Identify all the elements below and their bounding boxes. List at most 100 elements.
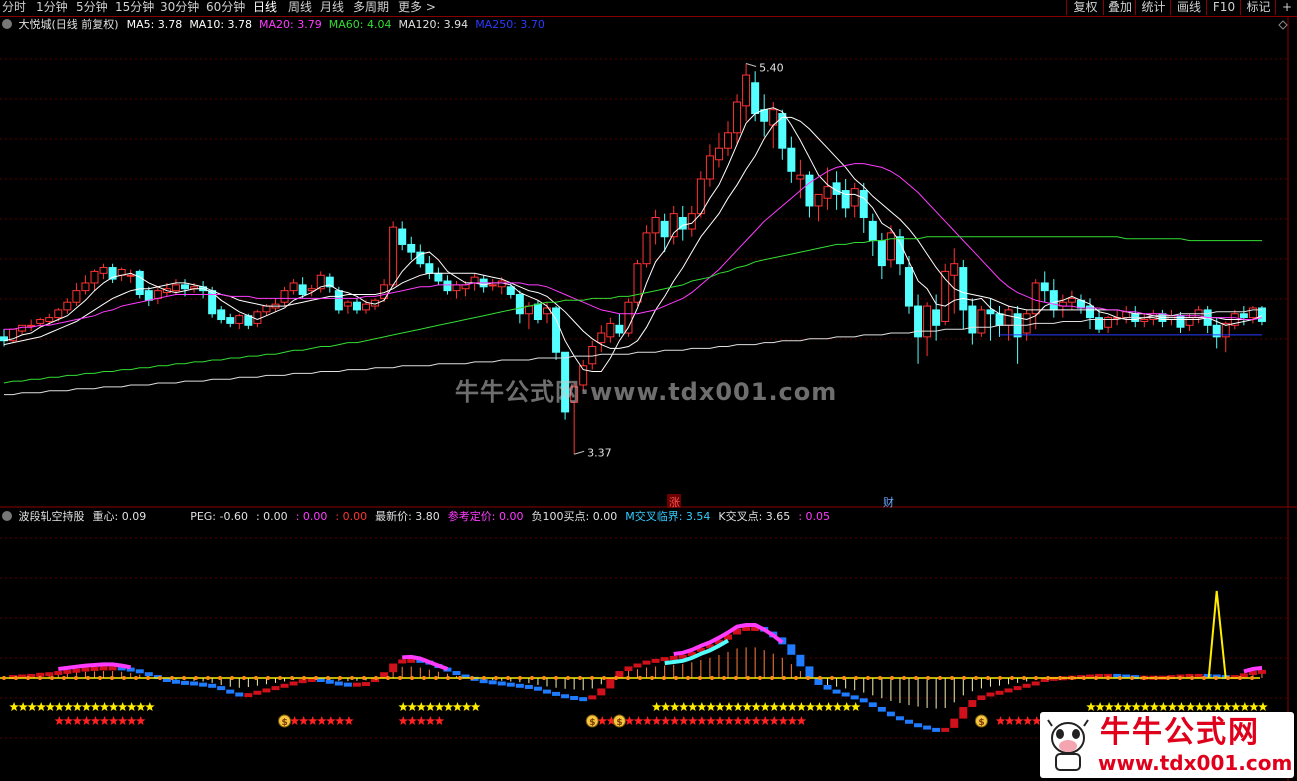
candle[interactable]: [352, 301, 361, 311]
timeframe-8[interactable]: 月线: [320, 0, 344, 15]
main-chart[interactable]: 5.40 3.37 涨 财: [0, 17, 1297, 508]
candle[interactable]: [733, 101, 742, 134]
timeframe-2[interactable]: 5分钟: [76, 0, 108, 15]
candle[interactable]: [181, 284, 189, 290]
candle[interactable]: [895, 236, 904, 265]
candle[interactable]: [217, 309, 226, 321]
candle[interactable]: [524, 305, 533, 315]
candle[interactable]: [597, 332, 606, 344]
candle[interactable]: [262, 305, 271, 313]
candle[interactable]: [968, 305, 977, 334]
candle[interactable]: [886, 232, 895, 261]
candle[interactable]: [153, 290, 162, 299]
candle[interactable]: [552, 307, 561, 353]
candle[interactable]: [362, 303, 370, 311]
candle[interactable]: [488, 284, 497, 287]
finance-marker[interactable]: 财: [883, 495, 894, 508]
candle[interactable]: [642, 232, 651, 265]
timeframe-7[interactable]: 周线: [288, 0, 312, 15]
candle[interactable]: [27, 324, 36, 327]
candle[interactable]: [1022, 313, 1031, 334]
candle[interactable]: [932, 309, 941, 326]
candle[interactable]: [796, 174, 805, 180]
candle[interactable]: [126, 274, 135, 277]
candle[interactable]: [533, 303, 542, 321]
candle[interactable]: [1140, 319, 1149, 322]
candle[interactable]: [515, 294, 524, 315]
candle[interactable]: [660, 220, 669, 238]
candle[interactable]: [461, 284, 470, 290]
candle[interactable]: [1185, 317, 1194, 326]
candle[interactable]: [624, 301, 633, 334]
timeframe-0[interactable]: 分时: [2, 0, 26, 15]
toolbar-button-6[interactable]: +: [1275, 0, 1297, 15]
candle[interactable]: [280, 290, 289, 303]
candle[interactable]: [787, 147, 796, 172]
candle[interactable]: [877, 240, 886, 267]
timeframe-10[interactable]: 更多 >: [398, 0, 436, 15]
candle[interactable]: [407, 243, 416, 253]
candle[interactable]: [615, 324, 624, 334]
candle[interactable]: [144, 290, 153, 301]
candle[interactable]: [914, 305, 923, 338]
timeframe-4[interactable]: 30分钟: [160, 0, 199, 15]
candle[interactable]: [307, 288, 316, 292]
timeframe-9[interactable]: 多周期: [353, 0, 389, 15]
candle[interactable]: [443, 280, 452, 292]
candle[interactable]: [751, 82, 760, 115]
timeframe-6[interactable]: 日线: [253, 0, 277, 15]
candle[interactable]: [63, 301, 72, 311]
candle[interactable]: [923, 305, 932, 338]
candle[interactable]: [995, 313, 1004, 326]
candle[interactable]: [99, 267, 108, 274]
candle[interactable]: [36, 319, 45, 324]
toolbar-button-0[interactable]: 复权: [1066, 0, 1104, 15]
toolbar-button-1[interactable]: 叠加: [1103, 0, 1136, 15]
candle[interactable]: [950, 263, 959, 276]
toolbar-button-3[interactable]: 画线: [1170, 0, 1207, 15]
candle[interactable]: [90, 270, 99, 284]
candle[interactable]: [54, 309, 63, 319]
candle[interactable]: [742, 74, 751, 107]
candle[interactable]: [805, 174, 814, 207]
candle[interactable]: [986, 309, 995, 315]
candle[interactable]: [81, 282, 90, 292]
timeframe-5[interactable]: 60分钟: [206, 0, 245, 15]
toolbar-button-4[interactable]: F10: [1206, 0, 1241, 15]
candle[interactable]: [705, 155, 714, 180]
candle[interactable]: [72, 290, 81, 303]
expand-icon[interactable]: [1278, 20, 1288, 30]
timeframe-1[interactable]: 1分钟: [36, 0, 68, 15]
candle[interactable]: [506, 286, 515, 295]
candle[interactable]: [1239, 313, 1248, 319]
candle[interactable]: [868, 220, 877, 242]
candle[interactable]: [959, 267, 968, 311]
candle[interactable]: [470, 276, 479, 284]
candle[interactable]: [859, 190, 868, 219]
toolbar-button-5[interactable]: 标记: [1240, 0, 1276, 15]
candle[interactable]: [452, 284, 461, 292]
candle[interactable]: [696, 178, 705, 215]
candle[interactable]: [1004, 309, 1013, 326]
candle[interactable]: [714, 147, 723, 161]
candle[interactable]: [253, 311, 262, 324]
candle[interactable]: [334, 290, 343, 311]
candle[interactable]: [633, 263, 642, 303]
candle[interactable]: [778, 113, 787, 149]
candle[interactable]: [651, 217, 660, 234]
candle[interactable]: [171, 284, 180, 292]
rise-marker[interactable]: 涨: [669, 496, 680, 508]
candle[interactable]: [45, 317, 54, 322]
candle[interactable]: [135, 270, 144, 295]
candle[interactable]: [1031, 282, 1040, 315]
candle[interactable]: [298, 284, 307, 295]
candle[interactable]: [977, 309, 986, 334]
candle[interactable]: [389, 226, 398, 286]
candle[interactable]: [434, 272, 443, 282]
candle[interactable]: [425, 263, 434, 274]
candle[interactable]: [850, 188, 859, 207]
candle[interactable]: [905, 267, 913, 307]
candle[interactable]: [814, 193, 823, 207]
candle[interactable]: [760, 109, 769, 122]
timeframe-3[interactable]: 15分钟: [115, 0, 154, 15]
